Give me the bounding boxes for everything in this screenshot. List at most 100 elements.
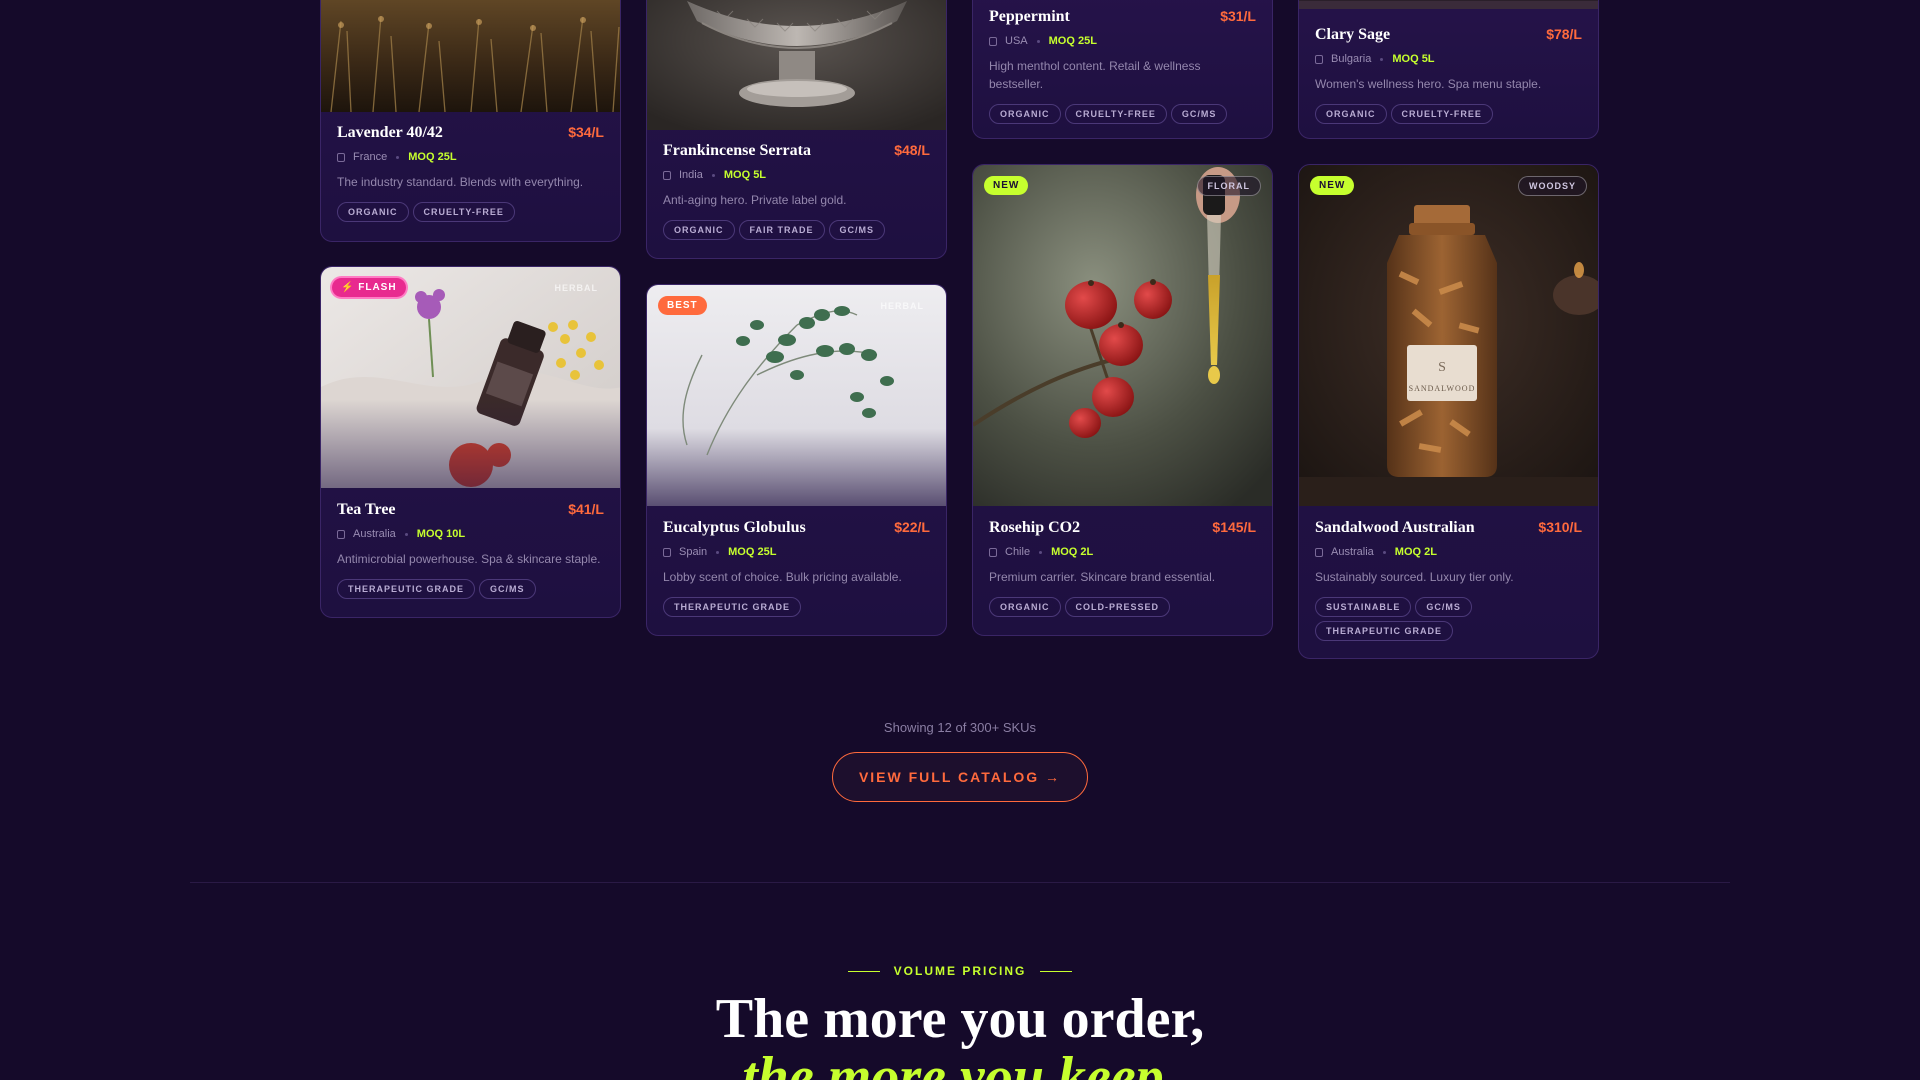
product-tag: ORGANIC [663,220,735,240]
volume-pricing-eyebrow: VOLUME PRICING [0,964,1920,978]
product-origin: USA [1005,35,1028,47]
eyebrow-line-right [1040,970,1073,972]
product-tag: CRUELTY-FREE [412,202,515,222]
product-card-clary-sage[interactable]: Clary Sage $78/L Bulgaria MOQ 5L Women's… [1298,0,1599,139]
product-description: Sustainably sourced. Luxury tier only. [1315,570,1514,584]
scent-badge: WOODSY [1517,176,1587,196]
product-tag: THERAPEUTIC GRADE [663,597,802,617]
product-tags: SUSTAINABLE GC/MS THERAPEUTIC GRADE [1315,597,1582,641]
product-tag: CRUELTY-FREE [1390,104,1493,124]
separator-dot [711,173,715,177]
product-description: The industry standard. Blends with every… [337,175,584,189]
product-card-lavender[interactable]: Lavender 40/42 $34/L France MOQ 25L The … [320,0,621,242]
frankincense-bowl-image [647,0,946,130]
product-name: Eucalyptus Globulus [663,519,806,536]
product-price: $31/L [1220,8,1256,24]
location-pin-icon [663,547,671,557]
location-pin-icon [989,547,997,557]
product-moq: MOQ 25L [408,151,457,163]
flash-badge: ⚡ FLASH [332,278,406,297]
scent-badge: FLORAL [1196,176,1261,196]
location-pin-icon [337,152,345,162]
rosehip-dropper-image [973,165,1272,506]
product-description: Premium carrier. Skincare brand essentia… [989,570,1216,584]
product-tag: GC/MS [1170,104,1228,124]
product-price: $34/L [568,124,604,140]
scent-badge: HERBAL [554,283,598,293]
product-name: Rosehip CO2 [989,519,1081,536]
separator-dot [1382,550,1386,554]
product-card-rosehip[interactable]: NEW FLORAL Rosehip CO2 $145/L Chile MOQ … [972,164,1273,636]
catalog-count: Showing 12 of 300+ SKUs [883,720,1037,735]
separator-dot [1036,39,1040,43]
product-origin: Chile [1005,546,1031,558]
product-grid: Lavender 40/42 $34/L France MOQ 25L The … [320,0,1600,680]
product-tag: GC/MS [828,220,886,240]
product-description: Women's wellness hero. Spa menu staple. [1315,77,1542,91]
product-price: $78/L [1546,26,1582,42]
product-price: $310/L [1538,519,1582,535]
jar-label-text: SANDALWOOD [1409,384,1476,393]
product-origin: Australia [1331,546,1374,558]
product-tag: GC/MS [479,579,536,599]
bestseller-badge: BEST [658,296,707,315]
product-catalog-page: Lavender 40/42 $34/L France MOQ 25L The … [0,0,1920,1080]
product-card-sandalwood[interactable]: NEW WOODSY S SANDALWOOD Sandalwood Austr… [1298,164,1599,659]
clary-sage-image [1299,0,1598,9]
new-badge: NEW [984,176,1029,195]
product-tags: ORGANIC COLD-PRESSED [989,597,1256,617]
product-tag: ORGANIC [989,597,1061,617]
product-name: Sandalwood Australian [1315,519,1475,536]
location-pin-icon [663,170,671,180]
location-pin-icon [989,36,997,46]
product-tags: THERAPEUTIC GRADE GC/MS [337,579,604,599]
pricing-headline: The more you order, [715,988,1205,1050]
product-tags: THERAPEUTIC GRADE [663,597,930,617]
view-full-catalog-button[interactable]: VIEW FULL CATALOG → [832,752,1088,802]
product-origin: India [679,169,703,181]
product-name: Peppermint [989,8,1070,25]
product-tag: ORGANIC [337,202,409,222]
product-tag: ORGANIC [989,104,1061,124]
product-description: High menthol content. Retail & wellness … [989,59,1201,91]
product-moq: MOQ 2L [1394,546,1437,558]
product-card-peppermint[interactable]: Peppermint $31/L USA MOQ 25L High mentho… [972,0,1273,139]
separator-dot [716,550,720,554]
product-moq: MOQ 10L [416,528,466,540]
product-tag: GC/MS [1415,597,1472,617]
product-price: $22/L [894,519,930,535]
eyebrow-line-left [847,970,880,972]
product-origin: Spain [679,546,708,558]
product-origin: Bulgaria [1331,53,1372,65]
product-price: $145/L [1212,519,1256,535]
product-name: Clary Sage [1315,26,1391,43]
product-price: $41/L [568,501,604,517]
location-pin-icon [1315,547,1323,557]
product-origin: Australia [353,528,396,540]
product-moq: MOQ 25L [728,546,777,558]
location-pin-icon [337,529,345,539]
product-tags: ORGANIC CRUELTY-FREE [1315,104,1582,124]
product-tag: THERAPEUTIC GRADE [337,579,476,599]
product-card-tea-tree[interactable]: ⚡ FLASH HERBAL Tea Tree $41/L Australia … [320,266,621,618]
pricing-headline-accent: the more you keep. [742,1046,1178,1080]
location-pin-icon [1315,54,1323,64]
product-moq: MOQ 2L [1051,546,1094,558]
product-moq: MOQ 5L [723,169,767,181]
product-card-frankincense[interactable]: Frankincense Serrata $48/L India MOQ 5L … [646,0,947,259]
product-tags: ORGANIC CRUELTY-FREE GC/MS [989,104,1256,124]
product-moq: MOQ 25L [1048,35,1097,47]
separator-dot [1039,550,1043,554]
product-tag: FAIR TRADE [738,220,825,240]
product-name: Frankincense Serrata [663,142,811,159]
sandalwood-jar-image: S SANDALWOOD [1299,165,1598,506]
scent-badge: HERBAL [880,301,924,311]
product-card-eucalyptus[interactable]: BEST HERBAL Eucalyptus Globulus $22/L Sp… [646,284,947,636]
product-name: Tea Tree [337,501,396,518]
eyebrow-label: VOLUME PRICING [893,964,1027,978]
product-tag: COLD-PRESSED [1064,597,1171,617]
product-description: Antimicrobial powerhouse. Spa & skincare… [337,552,601,566]
product-name: Lavender 40/42 [337,124,443,141]
product-tag: THERAPEUTIC GRADE [1315,621,1454,641]
separator-dot [1380,57,1384,61]
